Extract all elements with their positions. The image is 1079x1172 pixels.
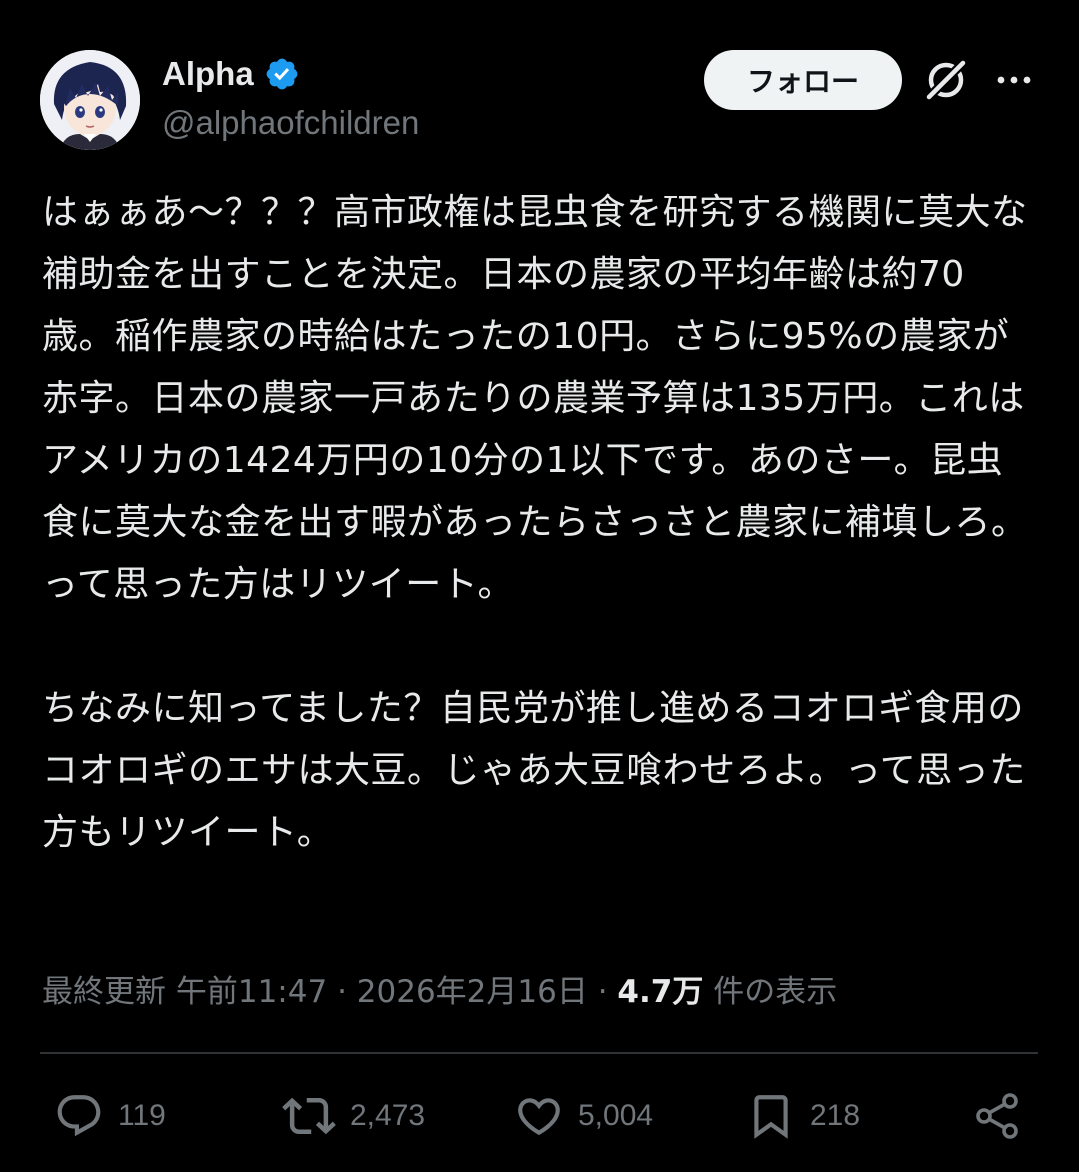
reply-count: 119 — [118, 1099, 166, 1132]
author-handle[interactable]: @alphaofchildren — [162, 104, 419, 142]
heart-icon — [518, 1098, 560, 1136]
avatar[interactable] — [40, 50, 140, 150]
like-count: 5,004 — [578, 1099, 654, 1132]
share-button[interactable] — [972, 1088, 1024, 1144]
divider — [40, 1052, 1038, 1054]
post-paragraph: ちなみに知ってました？自民党が推し進めるコオロギ食用のコオロギのエサは大豆。じゃ… — [42, 688, 1026, 853]
post-paragraph: はぁぁあ〜？？？高市政権は昆虫食を研究する機関に莫大な補助金を出すことを決定。日… — [42, 192, 1028, 605]
more-icon[interactable] — [994, 62, 1034, 98]
views-label: 件の表示 — [713, 974, 838, 1010]
author-display-name[interactable]: Alpha — [162, 55, 254, 93]
post-meta: 最終更新 午前11:47 · 2026年2月16日 · 4.7万 件の表示 — [42, 966, 837, 1011]
post-time[interactable]: 午前11:47 — [176, 974, 327, 1010]
reply-icon — [57, 1095, 101, 1137]
post-date[interactable]: 2026年2月16日 — [357, 974, 588, 1010]
bookmark-count: 218 — [810, 1099, 861, 1132]
reply-button[interactable]: 119 — [54, 1088, 166, 1144]
meta-separator: · — [597, 974, 608, 1010]
meta-separator: · — [337, 974, 347, 1010]
updated-label[interactable]: 最終更新 — [42, 974, 166, 1010]
repost-icon — [282, 1097, 336, 1135]
repost-count: 2,473 — [350, 1099, 426, 1132]
repost-button[interactable]: 2,473 — [282, 1088, 425, 1144]
grok-icon[interactable] — [922, 56, 970, 104]
like-button[interactable]: 5,004 — [514, 1088, 653, 1144]
author-name-row: Alpha — [162, 52, 300, 96]
follow-button[interactable]: フォロー — [704, 50, 902, 110]
views-count[interactable]: 4.7万 — [617, 974, 703, 1010]
verified-badge-icon — [264, 56, 300, 92]
post-body: はぁぁあ〜？？？高市政権は昆虫食を研究する機関に莫大な補助金を出すことを決定。日… — [42, 182, 1032, 864]
bookmark-button[interactable]: 218 — [746, 1088, 860, 1144]
share-icon — [976, 1093, 1018, 1139]
bookmark-icon — [754, 1095, 788, 1139]
anime-avatar-icon — [40, 50, 140, 150]
